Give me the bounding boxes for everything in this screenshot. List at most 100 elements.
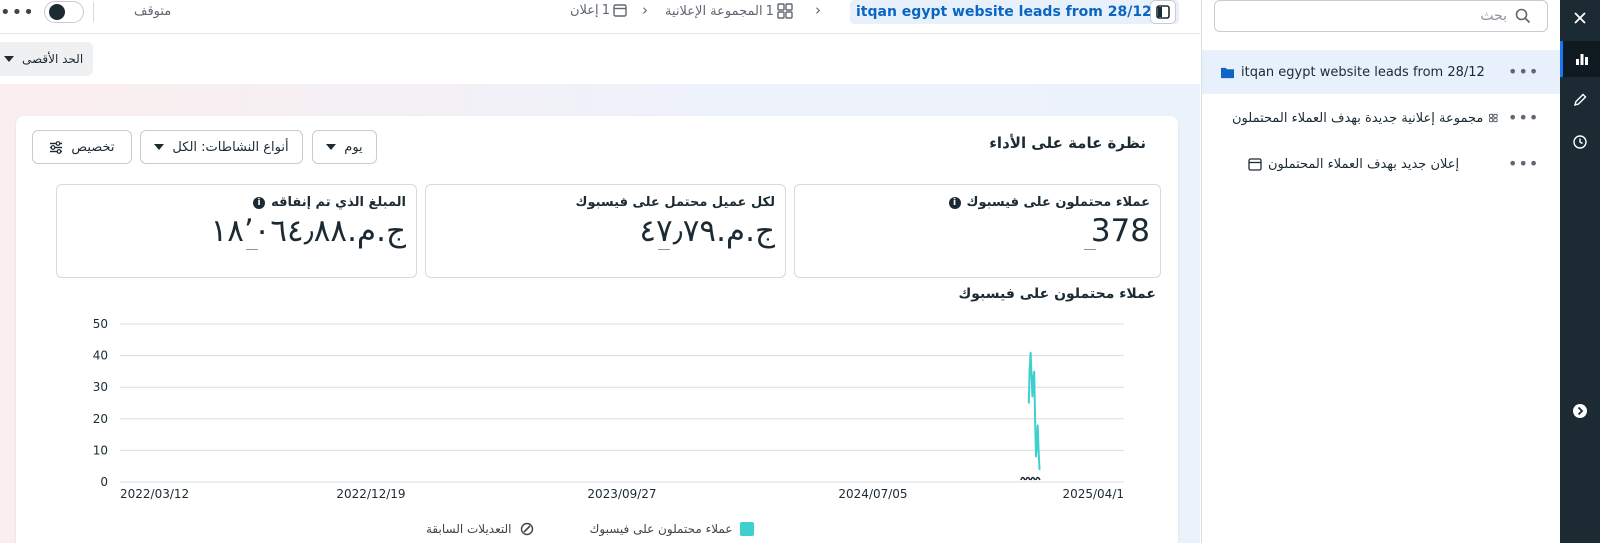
toggle-panel-button[interactable]: [1150, 0, 1176, 24]
metric-card-cost-per-lead[interactable]: لكل عميل محتمل على فيسبوك ج.م.٤٧٫٧٩: [425, 184, 786, 278]
performance-title: نظرة عامة على الأداء: [989, 134, 1146, 152]
data-point: [1033, 370, 1035, 373]
legend-edits-label: التعديلات السابقة: [426, 522, 512, 536]
tree-item-campaign[interactable]: ••• itqan egypt website leads from 28/12: [1202, 50, 1561, 94]
metric-label: i المبلغ الذي تم إنفاقه: [253, 195, 406, 210]
chart-legend: التعديلات السابقة عملاء محتملون على فيسب…: [426, 522, 755, 536]
divider: [93, 2, 94, 22]
y-tick-label: 10: [93, 443, 108, 457]
close-button[interactable]: [1560, 0, 1600, 36]
chevron-right-circle-icon: [1573, 404, 1587, 418]
leads-line-chart[interactable]: 0 10 20 30 40 50 2022/03/12 2022/12/19 2023/09/2…: [76, 316, 1166, 501]
max-dropdown[interactable]: الحد الأقصى: [0, 42, 93, 76]
breadcrumb-adsets-count: 1: [765, 3, 774, 19]
day-dropdown[interactable]: يوم: [312, 130, 377, 164]
caret-down-icon: [154, 144, 165, 150]
tree-item-adset[interactable]: ••• مجموعة إعلانية جديدة بهدف العملاء ال…: [1202, 96, 1561, 140]
row-more-button[interactable]: •••: [1508, 154, 1539, 173]
toggle-knob: [49, 4, 65, 20]
data-point: [1028, 367, 1031, 370]
data-point: [1036, 443, 1038, 445]
bar-chart-icon: [1575, 54, 1588, 65]
metric-label-text: عملاء محتملون على فيسبوك: [966, 195, 1150, 210]
metric-label: i عملاء محتملون على فيسبوك: [948, 195, 1150, 210]
tree-item-label: إعلان جديد بهدف العملاء المحتملون: [1268, 156, 1460, 172]
tree-item-label: مجموعة إعلانية جديدة بهدف العملاء المحتم…: [1232, 110, 1484, 126]
series-line: [1027, 352, 1041, 470]
grid-icon: [777, 3, 793, 19]
sidebar-panel-icon: [1156, 5, 1170, 19]
breadcrumb-campaign[interactable]: itqan egypt website leads from 28/12: [850, 0, 1179, 24]
main-area: ••• متوقف إعلان 1 › المجموعة الإعلانية 1…: [0, 0, 1200, 543]
breadcrumb-adsets[interactable]: المجموعة الإعلانية 1: [665, 3, 793, 19]
data-point: [1036, 424, 1039, 426]
top-bar: ••• متوقف إعلان 1 › المجموعة الإعلانية 1…: [0, 0, 1200, 34]
charts-tab[interactable]: [1560, 41, 1600, 77]
edit-tab[interactable]: [1560, 82, 1600, 118]
x-tick-label: 2023/09/27: [587, 487, 656, 501]
customize-label: تخصيص: [71, 139, 115, 155]
metric-compare-dash: [658, 249, 670, 250]
data-point: [1037, 449, 1040, 452]
y-tick-label: 50: [93, 317, 108, 331]
tree-label: إعلان جديد بهدف العملاء المحتملون: [1248, 157, 1459, 172]
settings-sliders-icon: [50, 140, 63, 154]
edit-marker: [1035, 476, 1041, 481]
row-more-button[interactable]: •••: [1508, 62, 1539, 81]
x-tick-label: 2025/04/1: [1062, 487, 1124, 501]
day-label: يوم: [344, 139, 363, 155]
data-point: [1030, 373, 1033, 376]
metric-value: ج.م.٤٧٫٧٩: [639, 213, 775, 249]
breadcrumb-campaign-label: itqan egypt website leads from 28/12: [856, 4, 1152, 20]
side-panel: بحث ••• itqan egypt website leads from 2…: [1201, 0, 1561, 543]
tree-label: مجموعة إعلانية جديدة بهدف العملاء المحتم…: [1232, 110, 1498, 126]
grid-icon: [1489, 113, 1498, 123]
campaign-status-toggle[interactable]: [44, 1, 84, 23]
metric-label-text: المبلغ الذي تم إنفاقه: [271, 195, 406, 210]
more-options-button[interactable]: •••: [0, 2, 35, 23]
data-point: [1031, 395, 1034, 398]
chart-title: عملاء محتملون على فيسبوك: [958, 286, 1156, 302]
ad-icon: [613, 4, 627, 17]
y-tick-label: 20: [93, 412, 108, 426]
icon-rail: [1560, 0, 1600, 543]
activity-types-label: أنواع النشاطات: الكل: [172, 139, 289, 155]
history-tab[interactable]: [1560, 124, 1600, 160]
edit-marker: [1020, 476, 1026, 481]
performance-card: نظرة عامة على الأداء تخصيص أنواع النشاطا…: [16, 116, 1178, 543]
data-point: [1032, 376, 1035, 379]
breadcrumb-ads-label: إعلان: [570, 3, 599, 18]
y-tick-label: 30: [93, 380, 108, 394]
expand-button[interactable]: [1560, 393, 1600, 429]
tree-label: itqan egypt website leads from 28/12: [1220, 65, 1485, 80]
y-tick-label: 0: [100, 475, 108, 489]
data-point: [1035, 455, 1037, 458]
info-icon[interactable]: i: [253, 196, 266, 209]
breadcrumb-chevron: ›: [642, 1, 648, 19]
activity-types-dropdown[interactable]: أنواع النشاطات: الكل: [140, 130, 303, 164]
y-tick-label: 40: [93, 349, 108, 363]
search-input[interactable]: بحث: [1214, 0, 1548, 32]
metric-card-amount-spent[interactable]: i المبلغ الذي تم إنفاقه ج.م.١٨٬٠٦٤٫٨٨: [56, 184, 417, 278]
data-point: [1028, 402, 1030, 404]
metric-label: لكل عميل محتمل على فيسبوك: [576, 195, 775, 210]
customize-button[interactable]: تخصيص: [32, 130, 132, 164]
row-more-button[interactable]: •••: [1508, 108, 1539, 127]
data-point: [1038, 468, 1041, 471]
legend-swatch: [740, 522, 755, 536]
tree-item-label: itqan egypt website leads from 28/12: [1241, 64, 1485, 80]
search-placeholder: بحث: [1480, 8, 1507, 24]
info-icon[interactable]: i: [948, 196, 961, 209]
data-point: [1029, 351, 1032, 354]
breadcrumb-ads[interactable]: إعلان 1: [570, 3, 627, 18]
breadcrumb-adsets-label: المجموعة الإعلانية: [665, 3, 763, 19]
metric-card-leads[interactable]: i عملاء محتملون على فيسبوك 378: [794, 184, 1161, 278]
breadcrumb-ads-count: 1: [601, 3, 610, 18]
x-tick-label: 2024/07/05: [838, 487, 907, 501]
legend-series-label: عملاء محتملون على فيسبوك: [589, 522, 733, 536]
clock-icon: [1573, 135, 1587, 149]
metric-value: ج.م.١٨٬٠٦٤٫٨٨: [210, 213, 406, 249]
max-label: الحد الأقصى: [22, 52, 84, 66]
caret-down-icon: [326, 144, 337, 150]
tree-item-ad[interactable]: ••• إعلان جديد بهدف العملاء المحتملون: [1202, 142, 1561, 186]
